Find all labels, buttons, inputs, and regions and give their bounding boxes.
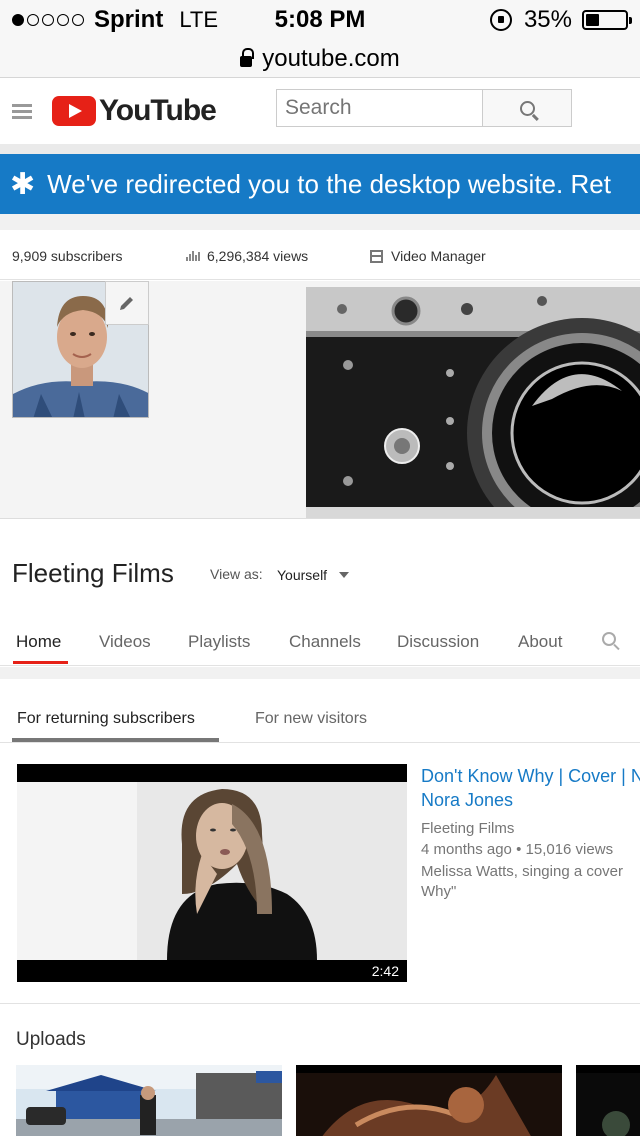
channel-title-row: Fleeting Films View as: Yourself: [0, 520, 640, 620]
view-count: 6,296,384 views: [207, 248, 309, 264]
search-input[interactable]: [276, 89, 483, 127]
chevron-down-icon[interactable]: [339, 572, 349, 578]
menu-icon[interactable]: [12, 104, 32, 120]
tab-channels[interactable]: Channels: [289, 632, 361, 652]
redirect-banner[interactable]: ✱ We've redirected you to the desktop we…: [0, 154, 640, 214]
rotation-lock-icon: [489, 9, 512, 31]
site-header: YouTube: [0, 78, 640, 144]
channel-stats: 9,909 subscribers 6,296,384 views Video …: [0, 230, 640, 280]
network-type: LTE: [179, 7, 219, 32]
active-tab-indicator: [13, 661, 68, 664]
tab-new-visitors[interactable]: For new visitors: [255, 710, 367, 728]
youtube-logo[interactable]: YouTube: [52, 94, 217, 128]
uploads-section: Uploads: [0, 1005, 640, 1136]
search-icon: [519, 100, 535, 116]
channel-banner: [0, 281, 640, 519]
active-section-indicator: [12, 738, 219, 742]
upload-thumbnail[interactable]: [16, 1065, 282, 1136]
search-button[interactable]: [482, 89, 572, 127]
channel-search-icon[interactable]: [602, 632, 616, 646]
pencil-icon: [120, 297, 133, 310]
video-manager-icon: [370, 249, 383, 263]
redirect-message: We've redirected you to the desktop webs…: [47, 168, 611, 199]
video-duration: 2:42: [371, 963, 399, 979]
subscriber-count: 9,909 subscribers: [12, 248, 123, 264]
section-tabs: For returning subscribers For new visito…: [0, 679, 640, 743]
channel-tabs: Home Videos Playlists Channels Discussio…: [0, 620, 640, 666]
tab-videos[interactable]: Videos: [99, 632, 151, 652]
logo-text: YouTube: [99, 94, 217, 127]
carrier-name: Sprint: [94, 6, 164, 33]
banner-art: [302, 281, 640, 518]
video-title-line1[interactable]: Don't Know Why | Cover | N: [421, 764, 640, 788]
meta-separator: •: [516, 841, 522, 858]
upload-thumbnail[interactable]: [296, 1065, 562, 1136]
asterisk-icon: ✱: [10, 167, 36, 201]
view-as-label: View as:: [210, 566, 263, 582]
upload-thumbnail[interactable]: [576, 1065, 640, 1136]
tab-playlists[interactable]: Playlists: [188, 632, 250, 652]
signal-strength-icon: [12, 14, 84, 26]
channel-name: Fleeting Films: [12, 558, 174, 588]
bar-chart-icon: [186, 251, 200, 261]
video-title-line2[interactable]: Nora Jones: [421, 788, 640, 812]
battery-icon: [582, 10, 632, 30]
featured-video: 2:42 Don't Know Why | Cover | N Nora Jon…: [0, 744, 640, 1004]
status-bar: Sprint LTE 5:08 PM 35%: [0, 0, 640, 40]
tab-home[interactable]: Home: [16, 632, 61, 652]
video-description: Melissa Watts, singing a cover Why": [421, 863, 624, 900]
video-manager-label: Video Manager: [391, 248, 486, 264]
video-stats: 4 months ago • 15,016 views: [421, 839, 640, 860]
tab-about[interactable]: About: [518, 632, 562, 652]
video-age: 4 months ago: [421, 841, 512, 858]
video-views: 15,016 views: [525, 841, 614, 858]
tab-discussion[interactable]: Discussion: [397, 632, 479, 652]
edit-avatar-button[interactable]: [105, 281, 149, 325]
url-text: youtube.com: [262, 44, 400, 72]
padlock-icon: [240, 48, 255, 67]
tab-returning-subscribers[interactable]: For returning subscribers: [17, 710, 195, 728]
video-thumbnail[interactable]: 2:42: [17, 764, 407, 982]
uploads-heading: Uploads: [16, 1029, 86, 1050]
address-bar[interactable]: youtube.com: [0, 40, 640, 78]
video-info: Don't Know Why | Cover | N Nora Jones Fl…: [421, 764, 640, 902]
video-channel[interactable]: Fleeting Films: [421, 818, 640, 839]
play-logo-icon: [52, 96, 96, 126]
battery-percent: 35%: [523, 6, 572, 33]
view-as-dropdown[interactable]: Yourself: [277, 567, 327, 583]
video-manager-link[interactable]: Video Manager: [370, 248, 486, 264]
